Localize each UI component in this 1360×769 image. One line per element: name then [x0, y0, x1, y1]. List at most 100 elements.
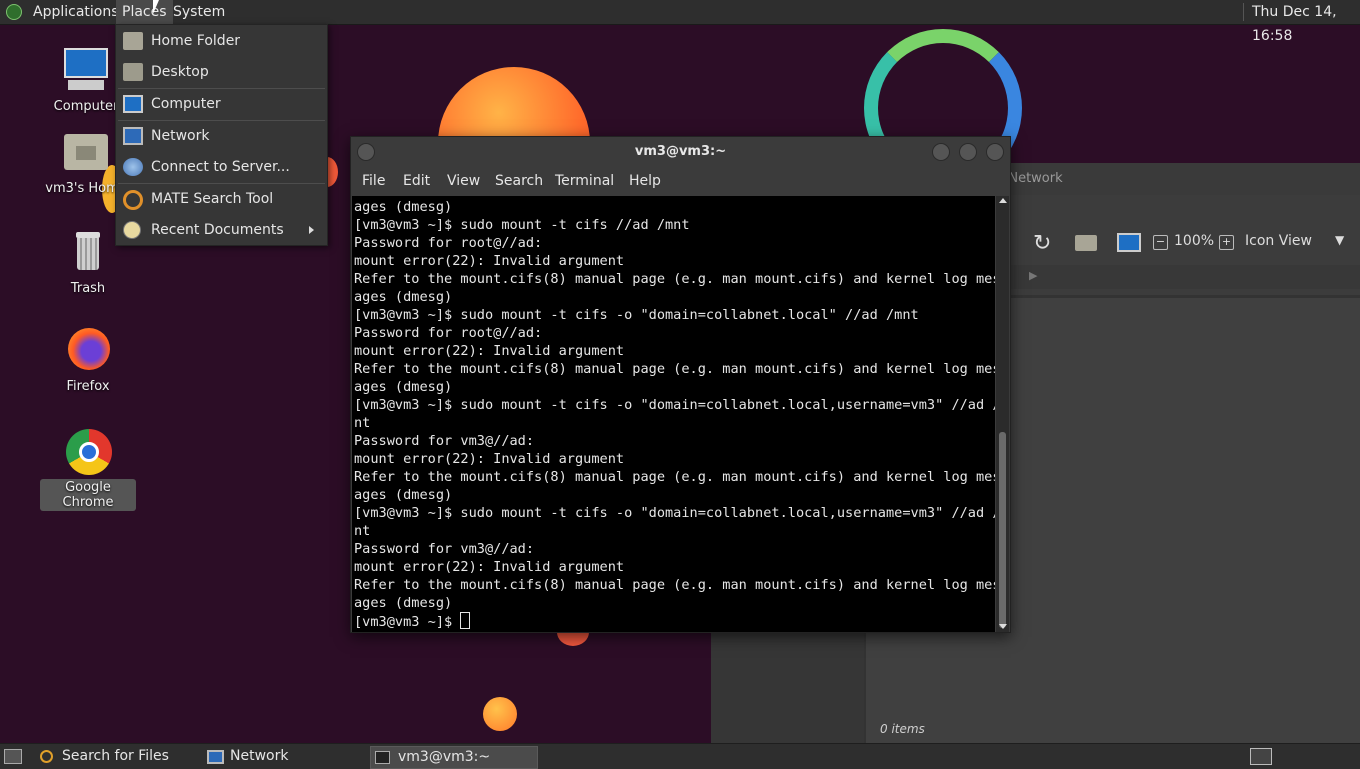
mouse-pointer-icon: [153, 0, 159, 14]
menu-item-label: Computer: [151, 96, 221, 112]
terminal-line: Password for vm3@//ad:: [354, 541, 535, 557]
chevron-down-icon[interactable]: ▼: [1335, 233, 1344, 247]
terminal-line: mount error(22): Invalid argument: [354, 451, 625, 467]
workspace-switcher-icon[interactable]: [1250, 748, 1272, 765]
terminal-output[interactable]: ages (dmesg) [vm3@vm3 ~]$ sudo mount -t c…: [352, 196, 995, 632]
trash-icon: [64, 228, 112, 276]
menu-item-label: MATE Search Tool: [151, 191, 274, 207]
desktop-icon-firefox[interactable]: Firefox: [40, 326, 136, 395]
terminal-line: mount error(22): Invalid argument: [354, 343, 625, 359]
desktop-icon-label: Google Chrome: [40, 479, 136, 511]
task-search-for-files[interactable]: Search for Files: [36, 746, 196, 767]
clock[interactable]: Thu Dec 14, 16:58: [1246, 0, 1360, 44]
terminal-line: ages (dmesg): [354, 289, 453, 305]
menu-edit[interactable]: Edit: [403, 168, 430, 195]
desktop-icon-label: Computer: [53, 99, 119, 114]
terminal-line: Password for vm3@//ad:: [354, 433, 535, 449]
menu-terminal[interactable]: Terminal: [555, 168, 614, 195]
zoom-level: 100%: [1174, 233, 1215, 249]
menu-item-desktop[interactable]: Desktop: [116, 57, 327, 88]
scrollbar[interactable]: [996, 196, 1009, 632]
scroll-up-icon[interactable]: [999, 198, 1007, 203]
show-desktop-icon[interactable]: [4, 749, 22, 764]
zoom-out-icon[interactable]: −: [1153, 235, 1168, 250]
menu-item-computer[interactable]: Computer: [116, 89, 327, 120]
menubar: File Edit View Search Terminal Help: [351, 168, 1010, 195]
bottom-panel: Search for Files Network vm3@vm3:~: [0, 743, 1360, 769]
orange-dot-decoration: [483, 697, 517, 731]
terminal-line: mount error(22): Invalid argument: [354, 253, 625, 269]
location-bar[interactable]: [1001, 265, 1360, 289]
terminal-prompt-line: [vm3@vm3 ~]$: [354, 612, 995, 631]
maximize-button[interactable]: [959, 143, 977, 161]
menu-item-label: Home Folder: [151, 33, 241, 49]
panel-separator: [1243, 3, 1244, 21]
menu-item-recent-documents[interactable]: Recent Documents: [116, 215, 327, 246]
search-icon: [123, 190, 143, 210]
menu-item-label: Desktop: [151, 64, 209, 80]
minimize-button[interactable]: [932, 143, 950, 161]
terminal-line: mount error(22): Invalid argument: [354, 559, 625, 575]
zoom-in-icon[interactable]: +: [1219, 235, 1234, 250]
menu-view[interactable]: View: [447, 168, 480, 195]
menu-item-mate-search-tool[interactable]: MATE Search Tool: [116, 184, 327, 215]
desktop-icon-chrome[interactable]: Google Chrome: [40, 427, 136, 511]
computer-icon: [123, 95, 143, 113]
chrome-icon: [64, 427, 112, 475]
task-network[interactable]: Network: [203, 746, 363, 767]
top-panel: Applications Places System Thu Dec 14, 1…: [0, 0, 1360, 44]
places-menu-button[interactable]: Places: [116, 0, 173, 24]
applications-menu[interactable]: Applications: [27, 0, 125, 24]
menu-item-connect-to-server[interactable]: Connect to Server...: [116, 152, 327, 183]
computer-icon: [62, 46, 110, 94]
desktop-icon-label: Trash: [70, 281, 106, 296]
terminal-line: ages (dmesg): [354, 487, 453, 503]
clock-icon: [123, 221, 141, 239]
terminal-line: Refer to the mount.cifs(8) manual page (…: [354, 469, 995, 485]
menu-item-network[interactable]: Network: [116, 121, 327, 152]
close-button[interactable]: [986, 143, 1004, 161]
chevron-right-icon[interactable]: ▶: [1029, 269, 1037, 282]
terminal-line: Refer to the mount.cifs(8) manual page (…: [354, 577, 995, 593]
desktop-icon-label: Firefox: [66, 379, 110, 394]
folder-home-icon: [123, 32, 143, 50]
scrollbar-thumb[interactable]: [999, 432, 1006, 628]
mate-logo-icon: [6, 4, 22, 20]
terminal-lines: ages (dmesg) [vm3@vm3 ~]$ sudo mount -t c…: [354, 198, 995, 631]
menu-file[interactable]: File: [362, 168, 385, 195]
search-icon: [40, 750, 53, 763]
menu-search[interactable]: Search: [495, 168, 543, 195]
terminal-line: [vm3@vm3 ~]$ sudo mount -t cifs //ad /mn…: [354, 217, 690, 233]
task-terminal[interactable]: vm3@vm3:~: [370, 746, 538, 769]
menu-item-home-folder[interactable]: Home Folder: [116, 26, 327, 57]
terminal-window[interactable]: vm3@vm3:~ File Edit View Search Terminal…: [350, 136, 1011, 633]
terminal-line: nt: [354, 415, 371, 431]
terminal-cursor: [460, 612, 471, 629]
menu-item-label: Connect to Server...: [151, 159, 290, 175]
system-menu[interactable]: System: [167, 0, 231, 24]
terminal-line: ages (dmesg): [354, 595, 453, 611]
terminal-line: nt: [354, 523, 371, 539]
scroll-down-icon[interactable]: [999, 624, 1007, 629]
task-label: Network: [230, 748, 289, 764]
chevron-right-icon: [309, 226, 314, 234]
menu-item-label: Network: [151, 128, 210, 144]
terminal-icon: [375, 751, 390, 764]
folder-home-icon: [62, 128, 110, 176]
terminal-line: Password for root@//ad:: [354, 235, 543, 251]
task-label: Search for Files: [62, 748, 169, 764]
menu-help[interactable]: Help: [629, 168, 661, 195]
terminal-line: [vm3@vm3 ~]$ sudo mount -t cifs -o "doma…: [354, 505, 995, 521]
network-icon: [207, 750, 224, 764]
terminal-line: Refer to the mount.cifs(8) manual page (…: [354, 361, 995, 377]
home-icon[interactable]: [1075, 235, 1097, 251]
menu-item-label: Recent Documents: [151, 222, 284, 238]
reload-icon[interactable]: ↻: [1033, 231, 1051, 256]
view-mode-select[interactable]: Icon View: [1245, 233, 1312, 249]
status-text: 0 items: [880, 722, 925, 736]
computer-icon[interactable]: [1117, 233, 1141, 252]
terminal-line: ages (dmesg): [354, 379, 453, 395]
task-label: vm3@vm3:~: [398, 749, 491, 765]
terminal-line: [vm3@vm3 ~]$ sudo mount -t cifs -o "doma…: [354, 307, 919, 323]
terminal-line: Password for root@//ad:: [354, 325, 543, 341]
